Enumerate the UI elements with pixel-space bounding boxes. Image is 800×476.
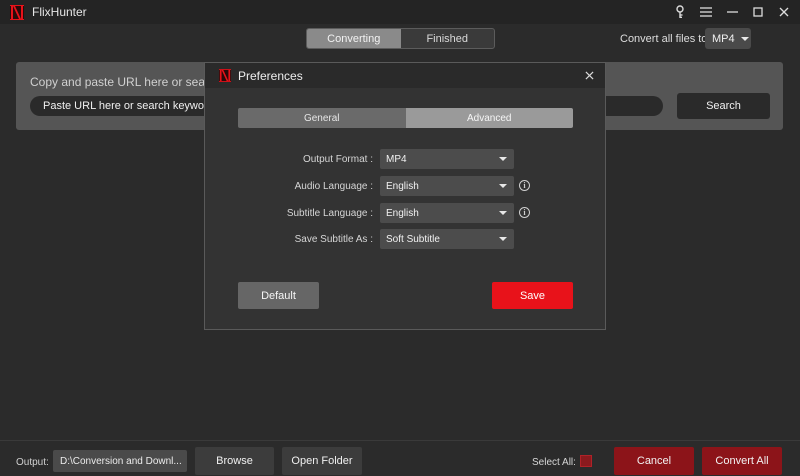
app-logo-icon [219,69,231,85]
audio-language-select[interactable]: English [380,176,514,196]
open-folder-button[interactable]: Open Folder [282,447,362,475]
save-button[interactable]: Save [492,282,573,309]
tab-advanced[interactable]: Advanced [405,108,573,128]
output-format-label: Output Format : [302,154,373,165]
select-all-label: Select All: [532,457,576,468]
app-title: FlixHunter [32,5,87,19]
save-subtitle-as-value: Soft Subtitle [386,233,440,245]
app-logo-icon [10,4,24,20]
output-format-select[interactable]: MP4 [380,149,514,169]
title-bar: FlixHunter [0,0,800,24]
chevron-down-icon [499,211,507,215]
main-tabs: Converting Finished [306,28,495,49]
dialog-title: Preferences [238,69,303,83]
preferences-dialog: Preferences General Advanced Output Form… [204,62,606,330]
close-icon[interactable] [582,68,596,82]
convert-all-format-value: MP4 [712,32,735,45]
cancel-button[interactable]: Cancel [614,447,694,475]
chevron-down-icon [499,184,507,188]
tab-finished[interactable]: Finished [401,29,495,48]
chevron-down-icon [499,237,507,241]
browse-button[interactable]: Browse [195,447,274,475]
subtitle-language-value: English [386,207,419,219]
bottom-bar: Output: D:\Conversion and Downl... Brows… [0,440,800,476]
search-button[interactable]: Search [677,93,770,119]
subtitle-language-label: Subtitle Language : [286,208,373,219]
convert-all-label: Convert all files to: [620,33,711,45]
chevron-down-icon [740,36,749,41]
close-icon[interactable] [776,4,792,20]
convert-all-button[interactable]: Convert All [702,447,782,475]
window-controls [672,0,792,24]
audio-language-label: Audio Language : [294,181,373,192]
maximize-icon[interactable] [750,4,766,20]
minimize-icon[interactable] [724,4,740,20]
menu-icon[interactable] [698,4,714,20]
save-subtitle-as-label: Save Subtitle As : [294,234,373,245]
save-subtitle-as-select[interactable]: Soft Subtitle [380,229,514,249]
key-icon[interactable] [672,4,688,20]
url-hint: Copy and paste URL here or search [30,75,222,89]
chevron-down-icon [499,157,507,161]
output-path-field[interactable]: D:\Conversion and Downl... [53,450,187,472]
subtitle-language-select[interactable]: English [380,203,514,223]
convert-all-format-select[interactable]: MP4 [705,28,751,49]
output-format-value: MP4 [386,153,407,165]
output-label: Output: [16,457,49,468]
info-icon[interactable]: i [519,207,530,218]
preferences-tabs: General Advanced [238,108,573,128]
audio-language-value: English [386,180,419,192]
dialog-header: Preferences [205,63,605,88]
select-all-checkbox[interactable] [580,455,592,467]
output-path-value: D:\Conversion and Downl... [60,455,182,467]
default-button[interactable]: Default [238,282,319,309]
tab-converting[interactable]: Converting [307,29,401,48]
tab-general[interactable]: General [238,108,406,128]
info-icon[interactable]: i [519,180,530,191]
